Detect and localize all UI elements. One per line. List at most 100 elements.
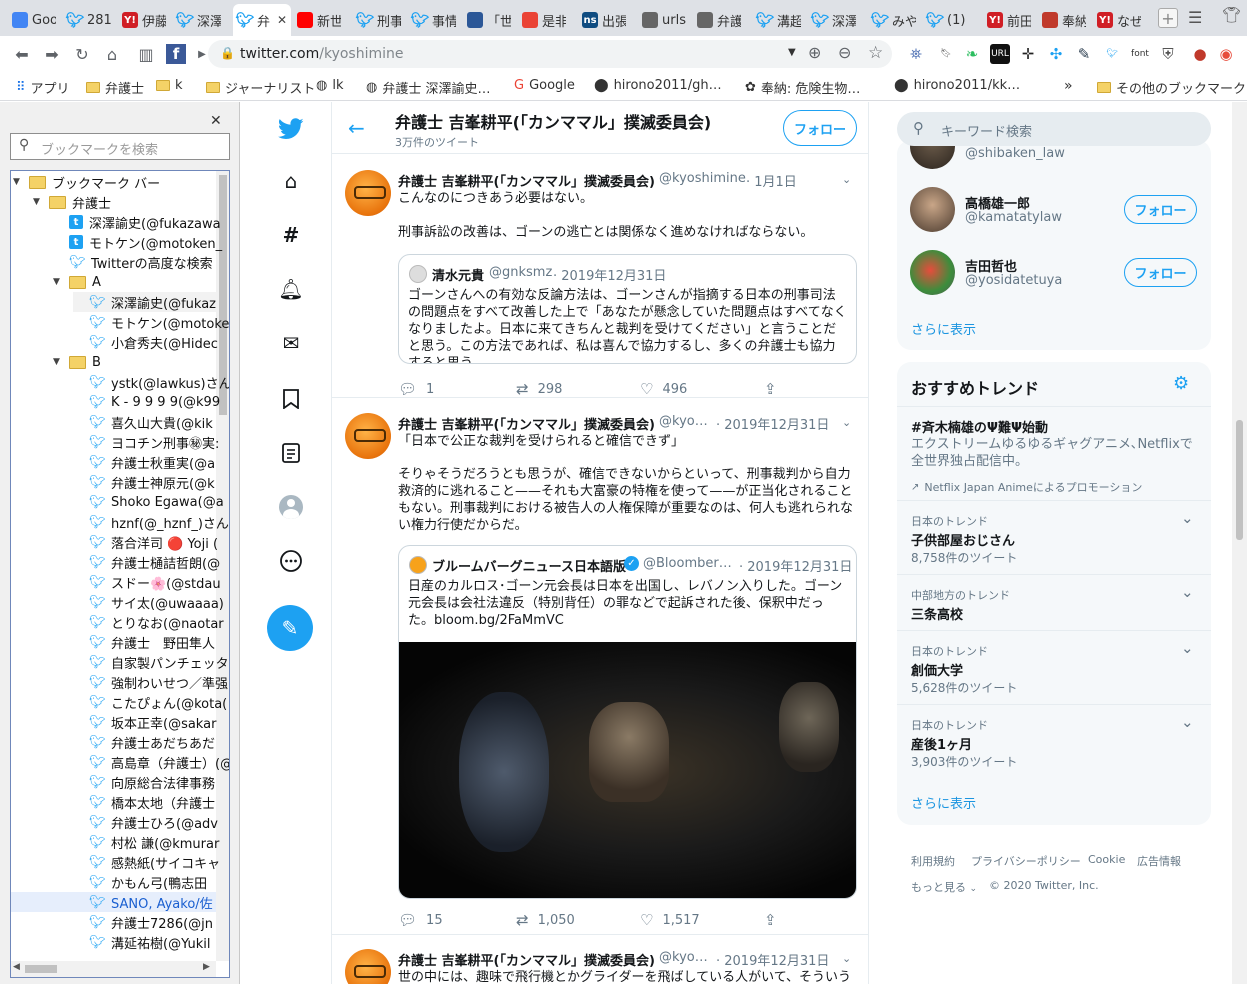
tree-row[interactable]: 🐦︎ ystk(@lawkus)さん [73, 372, 229, 392]
share-icon[interactable]: ⇪ [764, 380, 777, 398]
extension-icon[interactable]: ▥ [136, 44, 156, 64]
reload-icon[interactable]: ↻ [72, 44, 92, 64]
bookmark-8[interactable]: ✿ 奉納: 危険生物… [745, 78, 860, 97]
twitter-search-input[interactable]: ⚲ キーワード検索 [897, 112, 1211, 146]
font-icon[interactable]: font [1130, 44, 1150, 64]
tree-row[interactable]: 🐦︎ 小倉秀夫(@Hidec [73, 332, 218, 352]
facebook-icon[interactable]: f [166, 44, 186, 64]
tweet-handle[interactable]: @kyoshimine [659, 171, 746, 186]
evernote-icon[interactable]: ❧ [962, 44, 982, 64]
tree-row[interactable]: 🐦︎ スドー🌸(@stdau [73, 572, 221, 592]
tree-row[interactable]: 🐦︎ 高島章（弁護士）(@ [73, 752, 229, 772]
tree-row[interactable]: 🐦︎ K - 9 9 9 9(@k99 [73, 392, 220, 412]
follow-user-button[interactable]: フォロー [1124, 195, 1197, 224]
bookmark-search-input[interactable]: ⚲ ブックマークを検索 [10, 133, 230, 160]
tab-14[interactable]: 🐦︎ 深澤 [808, 4, 860, 36]
user-avatar[interactable] [345, 413, 391, 459]
tree-row[interactable]: 🐦︎ 自家製パンチェッタ [73, 652, 229, 672]
tab-18[interactable]: 奉納 [1038, 4, 1090, 36]
tab-1[interactable]: 🐦︎ 281 [63, 4, 115, 36]
triangle-down-icon[interactable]: ▼ [53, 357, 63, 367]
chevron-down-icon[interactable]: ⌄ [842, 173, 851, 186]
user-row[interactable]: 高橋雄一郎 @kamatatylaw フォロー [897, 179, 1211, 242]
tree-row[interactable]: 🐦︎ 弁護士ひろ(@adv [73, 812, 218, 832]
lists-icon[interactable] [278, 440, 304, 466]
tab-close-icon[interactable]: ✕ [277, 13, 287, 27]
tree-row[interactable]: 🐦︎ ヨコチン刑事㊙実: [73, 432, 219, 452]
tab-2[interactable]: Y! 伊藤 [118, 4, 170, 36]
new-tab-button[interactable]: + [1158, 8, 1178, 28]
tree-row[interactable]: 🐦︎ 村松 謙(@kmurar [73, 832, 219, 852]
shirt-icon[interactable]: 👕︎ [1222, 6, 1241, 24]
tree-row[interactable]: t 深澤諭史(@fukazawa [53, 212, 221, 232]
tree-row[interactable]: 🐦︎ 弁護士秋重実(@a [73, 452, 216, 472]
tree-row[interactable]: 🐦︎ 感熱紙(サイコキャ [73, 852, 220, 872]
user-row[interactable]: 吉田哲也 @yosidatetuya フォロー [897, 242, 1211, 305]
user-avatar[interactable] [345, 170, 391, 216]
home-icon[interactable]: ⌂ [278, 168, 304, 194]
tree-row[interactable]: ▼ 弁護士 [33, 192, 216, 212]
follow-user-button[interactable]: フォロー [1124, 258, 1197, 287]
bookmark-9[interactable]: ⬤ hirono2011/kk… [894, 78, 1020, 93]
bookmark-2[interactable]: k [156, 78, 183, 93]
tree-row[interactable]: ▼ ブックマーク バー [13, 172, 216, 192]
tree-row[interactable]: 🐦︎ Shoko Egawa(@a [73, 492, 224, 512]
twitter-icon[interactable]: 🐦︎ [1102, 44, 1122, 64]
address-bar[interactable]: 🔒 twitter.com/kyoshimine ▼ ⊕ ⊖ ☆ [208, 40, 892, 68]
tweet-date[interactable]: · 2019年12月31日 [716, 950, 829, 969]
trend-item[interactable]: 日本のトレンド 産後1ヶ月 3,903件のツイート ⌄ [897, 704, 1211, 778]
tweet-reply-button[interactable]: 💬︎ 1 [398, 380, 434, 398]
notifications-bell-icon[interactable]: 🔔︎ [278, 276, 304, 302]
tweet-handle[interactable]: @kyo… [659, 414, 708, 429]
gear-icon[interactable]: ⚙ [1173, 373, 1189, 394]
tweet[interactable]: 弁護士 吉峯耕平(「カンママル」撲滅委員会) @kyo… · 2019年12月31日… [332, 399, 868, 935]
footer-cookie[interactable]: Cookie [1088, 853, 1125, 866]
scroll-left-icon[interactable]: ◀ [13, 962, 20, 972]
crosshair-icon[interactable]: ✛ [1018, 44, 1038, 64]
compose-tweet-button[interactable]: ✎ [267, 605, 313, 651]
tab-15[interactable]: 🐦︎ みや [868, 4, 920, 36]
share-icon[interactable]: ⇪ [764, 911, 777, 929]
chevron-down-icon[interactable]: ⌄ [1181, 713, 1194, 731]
tree-row[interactable]: 🐦︎ こたぴょん(@kota( [73, 692, 227, 712]
notes-icon[interactable]: ✎ [1074, 44, 1094, 64]
close-icon[interactable]: ✕ [210, 113, 222, 129]
tree-row[interactable]: 🐦︎ 向原総合法律事務 [73, 772, 216, 792]
footer-ads[interactable]: 広告情報 [1137, 853, 1181, 869]
quoted-tweet[interactable]: ブルームバーグニュース日本語版 ✓ @Bloomber… · 2019年12月31日日… [398, 545, 857, 899]
forward-icon[interactable]: ➡ [42, 44, 62, 64]
star-icon[interactable]: ☆ [868, 43, 883, 63]
tab-11[interactable]: urls [638, 4, 690, 36]
tab-19[interactable]: Y! なぜ [1093, 4, 1145, 36]
tweet-retweet-button[interactable]: ⇄ 298 [516, 380, 562, 398]
triangle-down-icon[interactable]: ▼ [53, 277, 63, 287]
chevron-down-icon[interactable]: ⌄ [1181, 509, 1194, 527]
footer-more[interactable]: もっと見る ⌄ [911, 879, 977, 895]
tree-row[interactable]: 🐦︎ 溝延祐樹(@Yukil [73, 932, 216, 952]
bookmark-1[interactable]: 弁護士 [86, 78, 144, 97]
trend-item[interactable]: 日本のトレンド 創価大学 5,628件のツイート ⌄ [897, 630, 1211, 704]
messages-mail-icon[interactable]: ✉ [278, 330, 304, 356]
page-scrollbar[interactable] [1232, 102, 1247, 984]
triangle-down-icon[interactable]: ▼ [33, 197, 43, 207]
bookmarks-icon[interactable] [278, 386, 304, 412]
binoculars-icon[interactable]: ⛯ [906, 44, 926, 64]
tree-row[interactable]: 🐦︎ 深澤諭史(@fukaz [73, 292, 216, 312]
tab-7[interactable]: 🐦︎ 事情 [408, 4, 460, 36]
tree-row[interactable]: 🐦︎ 喜久山大貴(@kik [73, 412, 216, 432]
bookmark-6[interactable]: G Google [514, 78, 575, 93]
tree-h-scrollbar[interactable]: ◀ ▶ [11, 961, 216, 977]
tree-row[interactable]: t モトケン(@motoken_ [53, 232, 222, 252]
bookmarks-overflow-icon[interactable]: » [1064, 78, 1073, 94]
tweet-date[interactable]: · 2019年12月31日 [716, 414, 829, 433]
avatar-icon[interactable]: ● [1190, 44, 1210, 64]
tab-16[interactable]: 🐦︎ (1) [923, 4, 975, 36]
twitter-logo-icon[interactable] [278, 116, 304, 142]
tweet-like-button[interactable]: ♡ 496 [640, 380, 687, 398]
tab-3[interactable]: 🐦︎ 深澤 [173, 4, 225, 36]
users-more-link[interactable]: さらに表示 [911, 319, 976, 338]
tweet[interactable]: 弁護士 吉峯耕平(「カンママル」撲滅委員会) @kyo… · 2019年12月31日… [332, 935, 868, 984]
back-arrow-icon[interactable]: ← [348, 116, 365, 140]
follow-button[interactable]: フォロー [783, 110, 857, 146]
tweet-handle[interactable]: @kyo… [659, 950, 708, 965]
